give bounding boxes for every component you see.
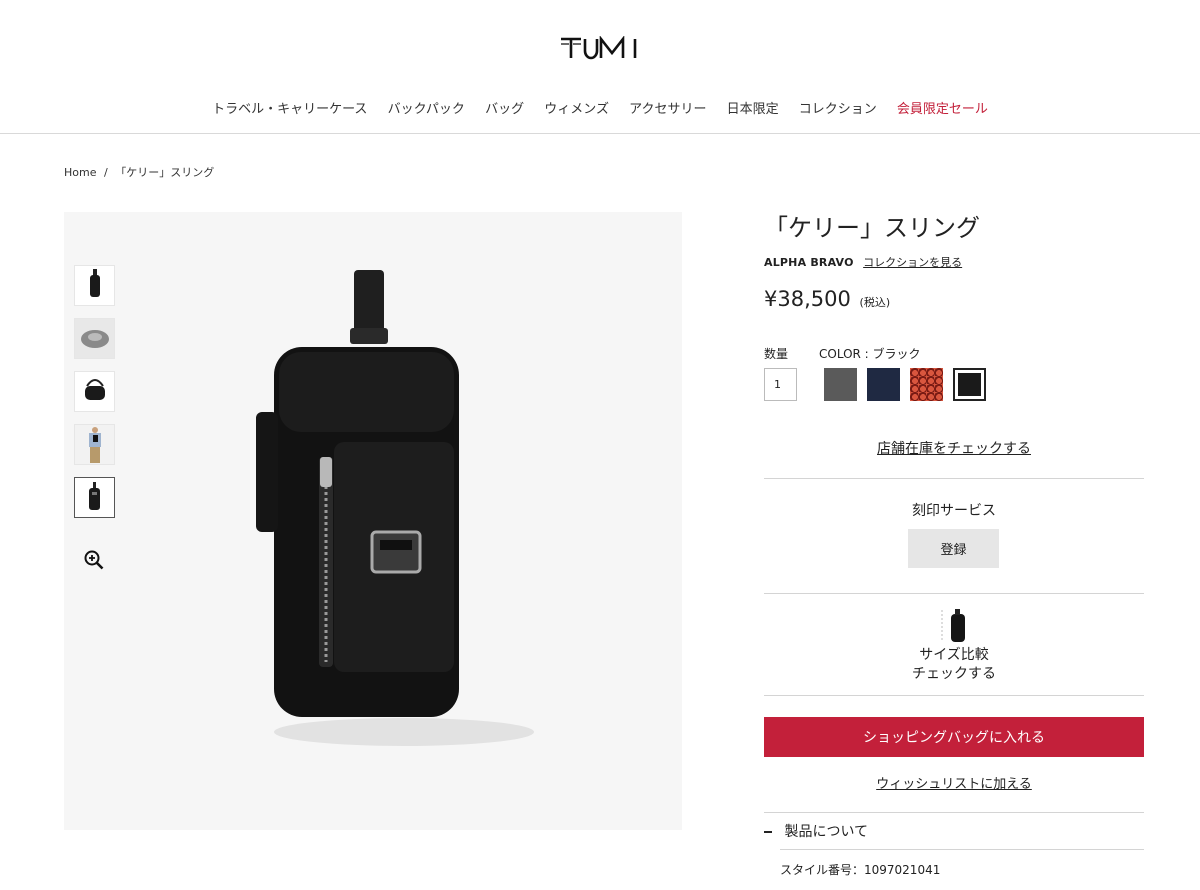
nav-item-womens[interactable]: ウィメンズ [544, 98, 609, 117]
thumbnail-detail[interactable] [74, 318, 115, 359]
size-compare-line2: チェックする [912, 666, 996, 682]
size-compare-link[interactable]: サイズ比較 チェックする [764, 646, 1144, 684]
style-number: スタイル番号：1097021041 [780, 863, 941, 877]
tax-note: (税込) [859, 296, 891, 309]
swatch-navy[interactable] [867, 368, 900, 401]
nav-item-accessories[interactable]: アクセサリー [629, 98, 706, 117]
thumbnail-side[interactable] [74, 371, 115, 412]
color-label: COLOR : ブラック [819, 347, 921, 361]
collection-row: ALPHA BRAVO コレクションを見る [764, 254, 962, 270]
divider [780, 849, 1144, 850]
quantity-input[interactable]: 1 [764, 368, 797, 401]
product-about-label: 製品について [784, 824, 869, 840]
nav-item-travel[interactable]: トラベル・キャリーケース [212, 98, 367, 117]
nav-item-bags[interactable]: バッグ [485, 98, 524, 117]
engraving-register-button[interactable]: 登録 [908, 529, 999, 568]
product-title: 「ケリー」スリング [764, 214, 980, 242]
site-header: トラベル・キャリーケース バックパック バッグ ウィメンズ アクセサリー 日本限… [0, 0, 1200, 134]
engraving-title: 刻印サービス [912, 503, 996, 519]
price: ¥38,500 (税込) [764, 287, 890, 311]
thumbnail-back-selected[interactable] [74, 477, 115, 518]
breadcrumb: Home / 「ケリー」スリング [64, 164, 214, 180]
size-compare-line1: サイズ比較 [919, 647, 989, 663]
divider [764, 593, 1144, 594]
product-about-toggle[interactable]: 製品について [764, 821, 868, 841]
add-to-wishlist-link[interactable]: ウィッシュリストに加える [764, 773, 1144, 792]
check-store-stock-link[interactable]: 店舗在庫をチェックする [764, 438, 1144, 458]
swatch-grey[interactable] [824, 368, 857, 401]
nav-item-member-sale[interactable]: 会員限定セール [897, 98, 988, 117]
size-compare-icon[interactable] [940, 608, 970, 644]
quantity-label: 数量 [764, 347, 789, 361]
divider [764, 812, 1144, 813]
divider [764, 478, 1144, 479]
swatch-red-pattern[interactable] [910, 368, 943, 401]
thumbnail-front[interactable] [74, 265, 115, 306]
divider [764, 695, 1144, 696]
tumi-logo[interactable] [560, 35, 648, 60]
price-value: ¥38,500 [764, 287, 851, 311]
product-gallery [64, 212, 682, 830]
collection-name: ALPHA BRAVO [764, 256, 854, 269]
swatch-black-selected[interactable] [953, 368, 986, 401]
breadcrumb-separator: / [103, 166, 108, 179]
view-collection-link[interactable]: コレクションを見る [863, 256, 962, 269]
add-to-bag-button[interactable]: ショッピングバッグに入れる [764, 717, 1144, 757]
nav-item-collection[interactable]: コレクション [799, 98, 877, 117]
zoom-icon[interactable] [84, 550, 104, 570]
breadcrumb-current: 「ケリー」スリング [115, 166, 215, 179]
nav-item-japan-limited[interactable]: 日本限定 [727, 98, 779, 117]
thumbnail-model[interactable] [74, 424, 115, 465]
breadcrumb-home[interactable]: Home [64, 166, 96, 179]
nav-item-backpack[interactable]: バックパック [388, 98, 465, 117]
main-nav: トラベル・キャリーケース バックパック バッグ ウィメンズ アクセサリー 日本限… [0, 98, 1200, 117]
collapse-icon [764, 831, 772, 833]
product-main-image [184, 262, 624, 782]
